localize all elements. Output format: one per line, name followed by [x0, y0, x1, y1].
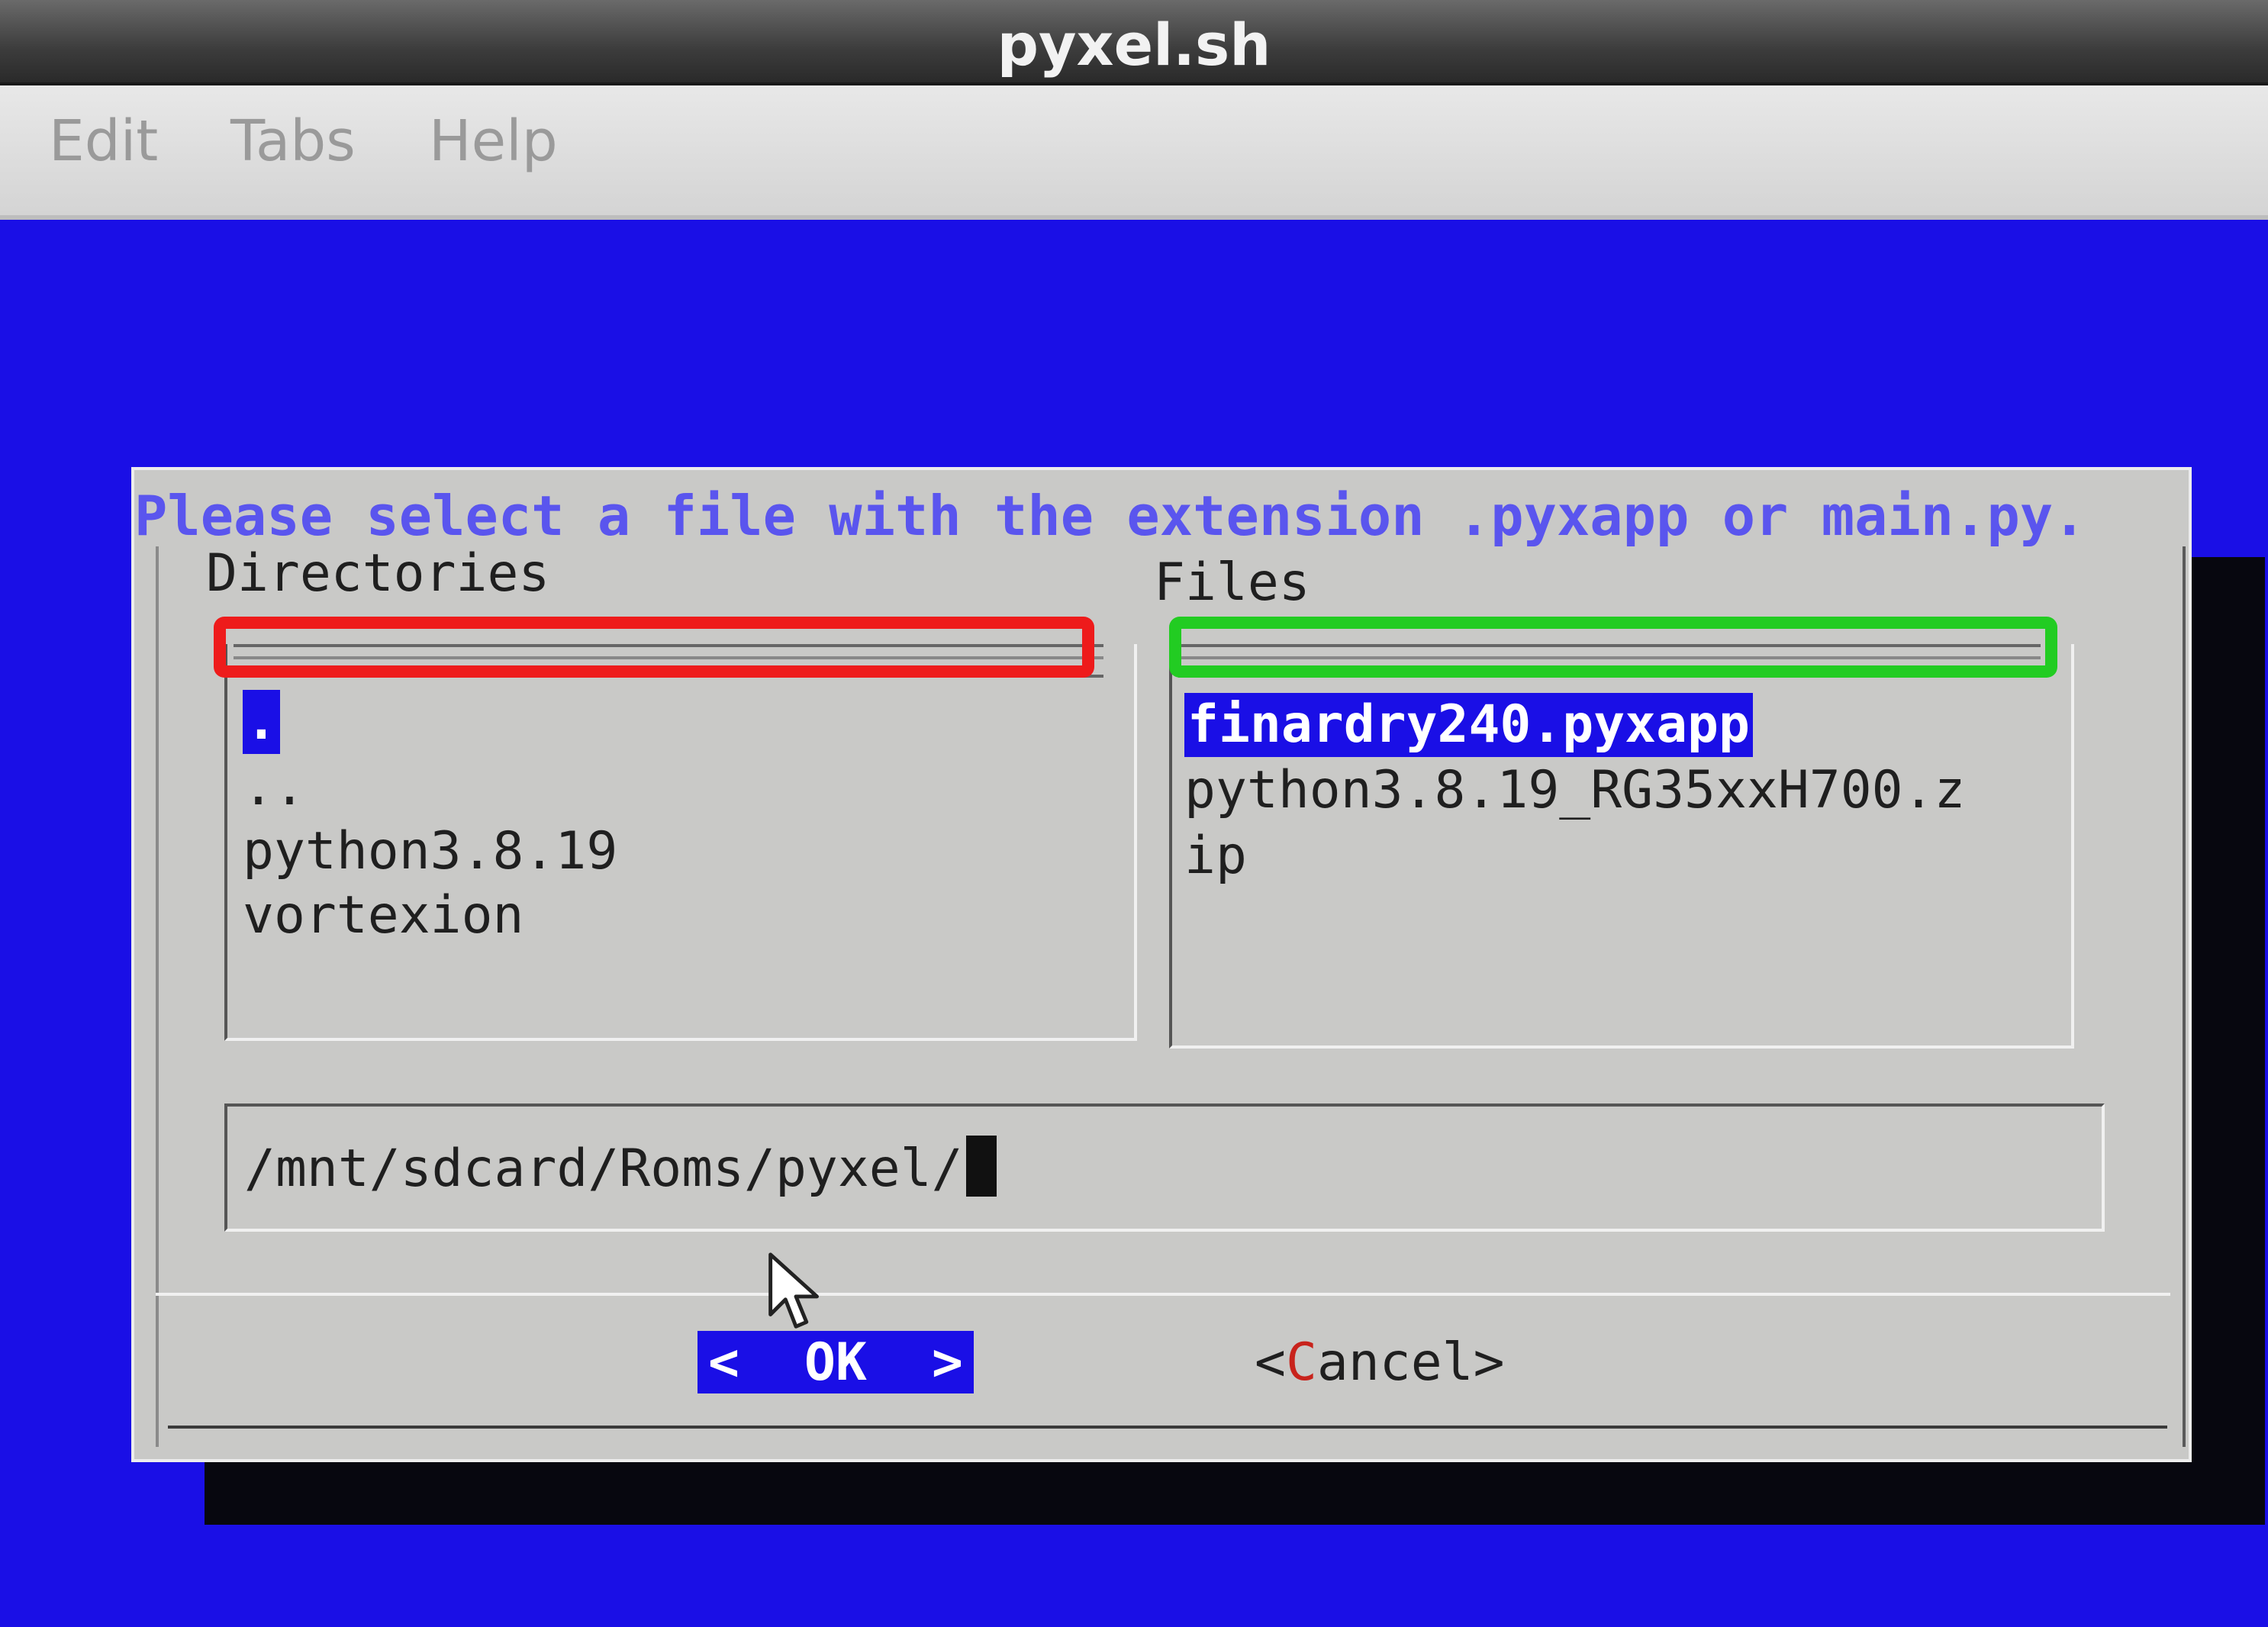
- cancel-close-bracket: >: [1473, 1332, 1505, 1393]
- cancel-button[interactable]: <Cancel>: [1255, 1332, 1505, 1393]
- directories-label: Directories: [206, 543, 550, 604]
- file-item-python-zip-wrap: ip: [1184, 826, 1247, 886]
- path-input-text-wrap: /mnt/sdcard/Roms/pyxel/: [244, 1136, 997, 1199]
- window-titlebar[interactable]: pyxel.sh: [0, 0, 2268, 85]
- ok-label: OK: [804, 1332, 867, 1393]
- files-list[interactable]: finardry240.pyxapp python3.8.19_RG35xxH7…: [1169, 644, 2074, 1049]
- text-cursor: [965, 1136, 997, 1197]
- menubar: Edit Tabs Help: [0, 85, 2268, 220]
- button-area-separator: [156, 1293, 2170, 1296]
- menu-help[interactable]: Help: [429, 108, 558, 174]
- directory-item-python[interactable]: python3.8.19: [243, 820, 617, 884]
- path-input[interactable]: /mnt/sdcard/Roms/pyxel/: [224, 1103, 2105, 1232]
- file-select-dialog: Please select a file with the extension …: [131, 467, 2192, 1462]
- ok-right-bracket: >: [932, 1332, 963, 1393]
- cancel-hotkey: C: [1285, 1332, 1317, 1393]
- path-input-value: /mnt/sdcard/Roms/pyxel/: [244, 1139, 963, 1199]
- window-title: pyxel.sh: [997, 11, 1271, 79]
- cancel-label-rest: ancel: [1316, 1332, 1474, 1393]
- dialog-bottom-border: [168, 1426, 2167, 1429]
- mouse-pointer-icon: [768, 1252, 819, 1329]
- directory-item-parent[interactable]: ..: [243, 756, 305, 820]
- cancel-open-bracket: <: [1255, 1332, 1286, 1393]
- files-scrollbar-highlight: [1169, 617, 2057, 678]
- directory-item-current[interactable]: .: [243, 690, 280, 754]
- file-item-python-zip[interactable]: python3.8.19_RG35xxH700.z: [1184, 759, 1966, 823]
- dialog-title: Please select a file with the extension …: [134, 484, 2086, 548]
- file-item-finardry[interactable]: finardry240.pyxapp: [1184, 693, 1753, 757]
- ok-left-bracket: <: [708, 1332, 739, 1393]
- menu-tabs[interactable]: Tabs: [230, 108, 356, 174]
- directories-scrollbar-highlight: [214, 617, 1094, 678]
- ok-button[interactable]: < OK >: [697, 1331, 974, 1393]
- directories-list[interactable]: . .. python3.8.19 vortexion: [224, 644, 1137, 1041]
- files-label: Files: [1154, 553, 1310, 613]
- directory-item-vortexion[interactable]: vortexion: [243, 884, 524, 948]
- menu-edit[interactable]: Edit: [49, 108, 158, 174]
